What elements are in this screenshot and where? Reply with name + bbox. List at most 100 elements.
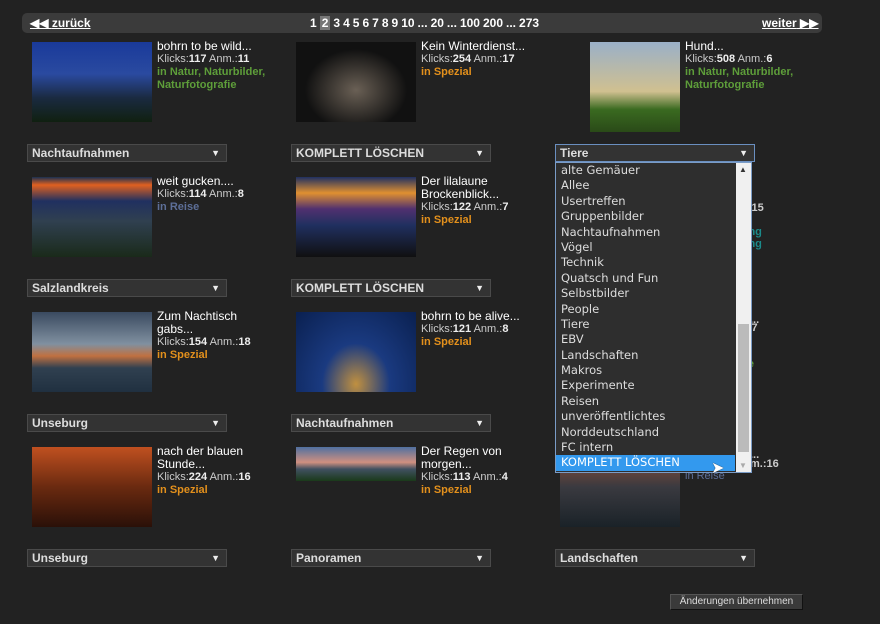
anm-value: 8 [502, 323, 509, 335]
category-select[interactable]: Unseburg ▼ [27, 549, 227, 567]
category-select[interactable]: Nachtaufnahmen ▼ [27, 144, 227, 162]
category-select[interactable]: Tiere ▼ [555, 144, 755, 162]
category-select[interactable]: Salzlandkreis ▼ [27, 279, 227, 297]
photo-title[interactable]: weit gucken.... [157, 175, 267, 188]
dropdown-option[interactable]: Gruppenbilder [556, 209, 735, 224]
photo-title[interactable]: Der lilalaune Brockenblick... [421, 175, 531, 201]
photo-title[interactable]: Der Regen von morgen... [421, 445, 531, 471]
page-link[interactable]: 8 [382, 16, 389, 30]
select-value: Tiere [560, 146, 589, 160]
photo-title[interactable]: bohrn to be alive... [421, 310, 531, 323]
category-select[interactable]: KOMPLETT LÖSCHEN ▼ [291, 279, 491, 297]
anm-value: 16 [238, 471, 251, 483]
photo-category[interactable]: in Natur, Naturbilder, Naturfotografie [685, 66, 795, 92]
anm-label: Anm.: [473, 323, 503, 335]
thumbnail[interactable] [296, 42, 416, 122]
photo-category[interactable]: in Spezial [421, 214, 531, 227]
thumbnail[interactable] [590, 42, 680, 132]
thumbnail[interactable] [296, 177, 416, 257]
anm-label: Anm.: [472, 471, 502, 483]
thumbnail[interactable] [32, 42, 152, 122]
page-link[interactable]: 6 [362, 16, 369, 30]
category-select[interactable]: Unseburg ▼ [27, 414, 227, 432]
photo-category[interactable]: in Spezial [421, 484, 531, 497]
klicks-value: 114 [188, 188, 207, 200]
dropdown-option[interactable]: Norddeutschland [556, 425, 735, 440]
photo-category[interactable]: in Spezial [157, 349, 267, 362]
photo-category[interactable]: in Spezial [157, 484, 267, 497]
dropdown-option[interactable]: KOMPLETT LÖSCHEN [556, 455, 735, 471]
dropdown-option[interactable]: Nachtaufnahmen [556, 225, 735, 240]
page-link[interactable]: 9 [392, 16, 399, 30]
page-link[interactable]: 100 [460, 16, 480, 30]
anm-label: Anm.: [473, 201, 503, 213]
dropdown-option[interactable]: People [556, 302, 735, 317]
apply-changes-button[interactable]: Änderungen übernehmen [670, 594, 803, 610]
page-link[interactable]: 20 [431, 16, 444, 30]
page-link[interactable]: 200 [483, 16, 503, 30]
category-select[interactable]: KOMPLETT LÖSCHEN ▼ [291, 144, 491, 162]
thumbnail[interactable] [32, 177, 152, 257]
page-link[interactable]: 10 [401, 16, 414, 30]
category-dropdown-list[interactable]: alte Gemäuer Allee Usertreffen Gruppenbilde… [555, 162, 752, 473]
prev-link[interactable]: ◀◀ zurück [30, 16, 91, 30]
scroll-up-icon[interactable]: ▲ [739, 165, 747, 174]
photo-title[interactable]: nach der blauen Stunde... [157, 445, 267, 471]
dropdown-option[interactable]: alte Gemäuer [556, 163, 735, 178]
dropdown-option[interactable]: Allee [556, 178, 735, 193]
dropdown-option[interactable]: FC intern [556, 440, 735, 455]
scroll-down-icon[interactable]: ▼ [739, 461, 747, 470]
photo-category[interactable]: in Reise [157, 201, 267, 214]
dropdown-option[interactable]: unveröffentlichtes [556, 409, 735, 424]
thumbnail[interactable] [32, 312, 152, 392]
page-link[interactable]: 7 [372, 16, 379, 30]
photo-stats: Klicks:508 Anm.:6 [685, 53, 795, 66]
dropdown-option[interactable]: EBV [556, 332, 735, 347]
page-link[interactable]: 273 [519, 16, 539, 30]
klicks-label: Klicks: [157, 336, 189, 348]
klicks-label: Klicks: [157, 188, 189, 200]
category-select[interactable]: Panoramen ▼ [291, 549, 491, 567]
anm-value: 8 [237, 188, 244, 200]
anm-value: 7 [502, 201, 509, 213]
photo-title[interactable]: bohrn to be wild... [157, 40, 267, 53]
photo-info: bohrn to be wild... Klicks:117 Anm.:11 i… [157, 40, 267, 92]
dropdown-arrow-icon: ▼ [739, 148, 748, 158]
photo-category[interactable]: in Natur, Naturbilder, Naturfotografie [157, 66, 267, 92]
select-value: KOMPLETT LÖSCHEN [296, 146, 424, 160]
dropdown-option[interactable]: Technik [556, 255, 735, 270]
dropdown-option[interactable]: Usertreffen [556, 194, 735, 209]
scrollbar-thumb[interactable] [738, 324, 749, 452]
dropdown-option[interactable]: Landschaften [556, 348, 735, 363]
thumbnail[interactable] [32, 447, 152, 527]
dropdown-option[interactable]: Tiere [556, 317, 735, 332]
page-link[interactable]: 2 [319, 16, 331, 30]
photo-info: nach der blauen Stunde... Klicks:224 Anm… [157, 445, 267, 497]
dropdown-option[interactable]: Vögel [556, 240, 735, 255]
category-select[interactable]: Landschaften ▼ [555, 549, 755, 567]
page-link[interactable]: 5 [353, 16, 360, 30]
klicks-label: Klicks: [421, 471, 453, 483]
category-select[interactable]: Nachtaufnahmen ▼ [291, 414, 491, 432]
anm-label: Anm.: [208, 53, 238, 65]
page-link[interactable]: 1 [310, 16, 317, 30]
dropdown-option[interactable]: Makros [556, 363, 735, 378]
page-link[interactable]: 3 [333, 16, 340, 30]
dropdown-option[interactable]: Reisen [556, 394, 735, 409]
thumbnail[interactable] [296, 312, 416, 392]
page-link[interactable]: 4 [343, 16, 350, 30]
klicks-label: Klicks: [421, 53, 453, 65]
photo-title[interactable]: Zum Nachtisch gabs... [157, 310, 267, 336]
dropdown-option[interactable]: Experimente [556, 378, 735, 393]
dropdown-option[interactable]: Quatsch und Fun [556, 271, 735, 286]
photo-category[interactable]: in Spezial [421, 66, 531, 79]
thumbnail[interactable] [296, 447, 416, 481]
klicks-value: 154 [188, 336, 208, 348]
photo-title[interactable]: Kein Winterdienst... [421, 40, 531, 53]
dropdown-option[interactable]: Selbstbilder [556, 286, 735, 301]
klicks-value: 122 [452, 201, 472, 213]
photo-title[interactable]: Hund... [685, 40, 795, 53]
photo-category[interactable]: in Spezial [421, 336, 531, 349]
scrollbar[interactable]: ▲ ▼ [736, 163, 751, 472]
next-link[interactable]: weiter ▶▶ [762, 16, 819, 30]
